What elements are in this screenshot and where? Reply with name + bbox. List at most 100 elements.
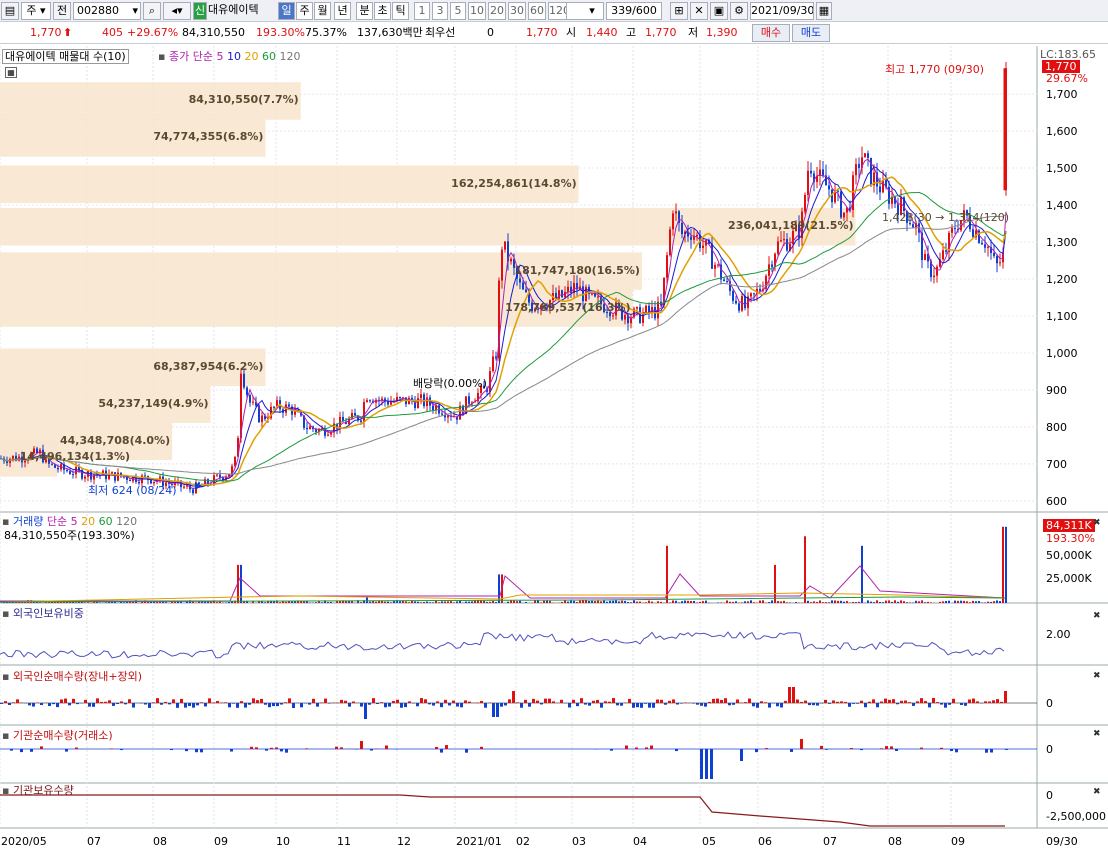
search-icon[interactable]: ⌕ [143,2,161,20]
period-button-6[interactable]: 틱 [392,2,409,20]
volume-bar [840,600,842,603]
foreign-net-bar [528,703,531,707]
table-toggle-icon[interactable]: ▦ [5,67,17,78]
period-button-0[interactable]: 일 [278,2,295,20]
interval-button-120[interactable]: 120 [548,2,568,20]
volume-bar [417,601,419,603]
foreign-net-bar [160,703,163,705]
unit-select[interactable]: ▾ [566,2,604,20]
ma60-legend: 60 [261,50,276,63]
foreign-net-bar [428,703,431,705]
inst-net-bar [270,747,273,749]
turnover-pct: 75.37% [305,26,347,39]
volume-bar [444,601,446,603]
foreign-net-bar [908,702,911,703]
foreign-net-bar [104,701,107,703]
chevron-down-icon[interactable]: ▾ [132,3,138,19]
foreign-net-bar [748,698,751,703]
foreign-net-bar [204,703,207,707]
stock-chart[interactable] [0,46,1108,852]
interval-button-1[interactable]: 1 [414,2,430,20]
volume-bar [495,602,497,603]
candle-body [519,278,521,283]
candle-body [366,400,368,403]
interval-button-20[interactable]: 20 [488,2,506,20]
interval-button-3[interactable]: 3 [432,2,448,20]
date-field[interactable]: 2021/09/30 [750,2,814,20]
period-button-2[interactable]: 월 [314,2,331,20]
close-panel-icon[interactable]: ✖ [1093,517,1101,530]
foreign-net-bar [736,699,739,703]
volume-bar [882,602,884,603]
volume-bar [750,600,752,603]
foreign-net-bar [468,701,471,703]
close-panel-icon[interactable]: ✖ [1093,728,1101,741]
interval-button-10[interactable]: 10 [468,2,486,20]
volume-bar [900,600,902,603]
period-button-3[interactable]: 년 [334,2,351,20]
foreign-net-bar [504,703,507,706]
close-panel-icon[interactable]: ✖ [1093,670,1101,683]
volume-bar [1005,526,1007,603]
quote-bar: 1,770 ⬆ 405 +29.67% 84,310,550 193.30% 7… [0,22,1108,44]
volume-bar [453,602,455,603]
foreign-net-bar [732,703,735,705]
inst-net-bar [440,749,443,753]
volume-bar [771,600,773,603]
prev-button[interactable]: 전 [53,2,71,20]
period-button-1[interactable]: 주 [296,2,313,20]
x-axis-label: 06 [758,835,772,848]
draw-tool-icon[interactable]: ✕ [690,2,708,20]
volume-bar [471,601,473,603]
volume-profile-label: 84,310,550(7.7%) [188,93,299,107]
foreign-net-bar [268,703,271,708]
candle-body [822,169,824,176]
price-tick: 700 [1046,457,1067,471]
period-button-4[interactable]: 분 [356,2,373,20]
volume-bar [507,601,509,603]
menu-icon[interactable]: ▤ [1,2,19,20]
compare-icon[interactable]: ⊞ [670,2,688,20]
foreign-net-bar [864,703,867,708]
candle-body [807,170,809,195]
period-button-5[interactable]: 초 [374,2,391,20]
stock-code-input[interactable]: 002880 ▾ [73,2,141,20]
close-panel-icon[interactable]: ✖ [1093,786,1101,799]
volume-bar [513,600,515,603]
volume-profile-label: 54,237,149(4.9%) [98,396,209,410]
candle-body [690,236,692,240]
volume-bar [837,600,839,603]
data-count-field[interactable]: 339/600 [606,2,662,20]
volume-value: 84,310,550 [182,26,245,39]
candle-body [867,153,869,158]
candle-body [246,387,248,396]
volume-bar [807,600,809,603]
inst-net-bar [200,749,203,753]
calendar-icon[interactable]: ▦ [816,2,832,20]
save-icon[interactable]: ▣ [710,2,728,20]
sell-button[interactable]: 매도 [792,24,830,42]
x-axis-label: 10 [276,835,290,848]
volume-bar [582,600,584,603]
foreign-net-bar [604,701,607,703]
foreign-net-bar [444,699,447,703]
foreign-net-bar [936,702,939,703]
close-panel-icon[interactable]: ✖ [1093,610,1101,623]
foreign-net-bar [316,703,319,707]
ma-legend: ▪ 종가 단순 5 10 20 60 120 [158,50,300,63]
buy-button[interactable]: 매수 [752,24,790,42]
interval-button-60[interactable]: 60 [528,2,546,20]
interval-button-30[interactable]: 30 [508,2,526,20]
volume-bar [225,602,227,603]
interval-button-5[interactable]: 5 [450,2,466,20]
volume-bar [768,602,770,603]
gear-icon[interactable]: ⚙ [730,2,748,20]
open-price: 1,440 [586,26,618,39]
inst-net-tick: 0 [1046,743,1053,756]
volume-bar [483,600,485,603]
chart-type-select[interactable]: 주 ▾ [21,2,51,20]
volume-bar [669,602,671,603]
speaker-icon[interactable]: ◂▾ [163,2,191,20]
foreign-net-bar [548,698,551,703]
candle-body [777,241,779,254]
